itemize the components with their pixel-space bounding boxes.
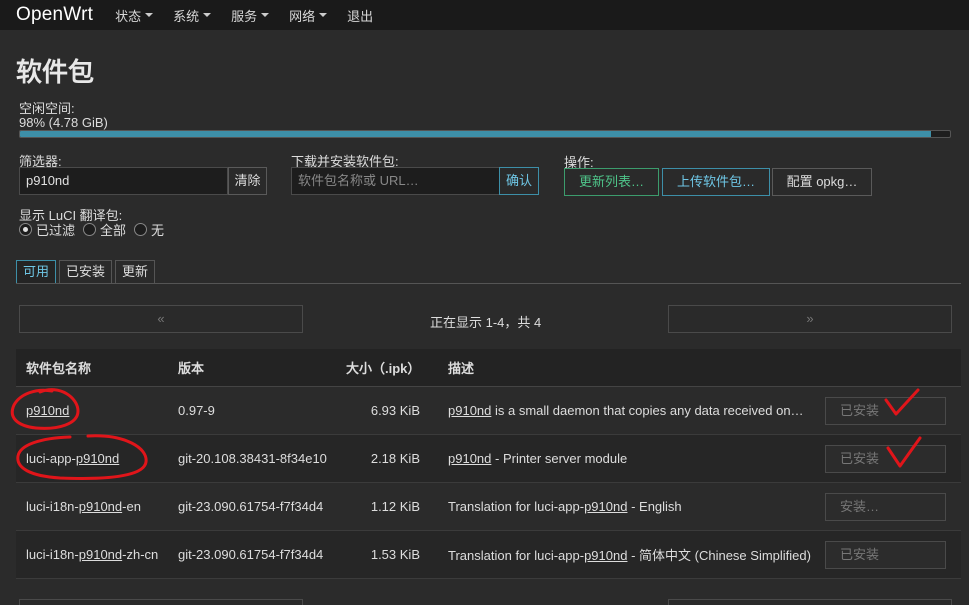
desc-suffix: - 简体中文 (Chinese Simplified) [627,548,811,563]
nav-status[interactable]: 状态 [115,6,154,25]
package-size: 1.12 KiB [370,499,420,514]
tab-updates[interactable]: 更新 [115,260,156,284]
radio-filtered-label: 已过滤 [36,223,76,238]
package-description: p910nd is a small daemon that copies any… [448,403,823,418]
free-space-value: 98% (4.78 GiB) [19,115,108,130]
nav-network-label: 网络 [289,8,316,24]
radio-none[interactable]: 无 [134,220,164,239]
package-size: 6.93 KiB [370,403,420,418]
table-row: luci-i18n-p910nd-en git-23.090.61754-f7f… [16,483,961,531]
name-prefix: luci-app- [26,451,76,466]
clear-filter-button[interactable]: 清除 [228,167,267,195]
top-navbar: OpenWrt 状态 系统 服务 网络 退出 [0,0,969,30]
name-match: p910nd [78,547,123,562]
nav-system[interactable]: 系统 [173,6,212,25]
name-match: p910nd [78,499,123,514]
package-version: git-20.108.38431-8f34e10 [178,451,327,466]
package-description: Translation for luci-app-p910nd - 简体中文 (… [448,545,823,564]
package-action: 已安装 [823,444,961,473]
free-space-progress-bar [19,130,951,138]
desc-match: p910nd [584,499,628,514]
header-size: 大小（.ipk） [346,361,421,376]
desc-prefix: Translation for luci-app- [448,499,585,514]
name-prefix: luci-i18n- [26,499,79,514]
desc-suffix: - English [627,499,682,514]
prev-page-button-bottom[interactable] [19,599,303,605]
package-description: p910nd - Printer server module [448,451,823,466]
package-version: git-23.090.61754-f7f34d4 [178,547,324,562]
desc-match: p910nd [448,403,492,418]
radio-filtered[interactable]: 已过滤 [19,220,75,239]
name-match: p910nd [75,451,120,466]
name-suffix: -zh-cn [122,547,159,562]
radio-unchecked-icon[interactable] [83,223,97,236]
nav-network[interactable]: 网络 [289,6,328,25]
package-version: git-23.090.61754-f7f34d4 [178,499,324,514]
package-version: 0.97-9 [178,403,215,418]
tab-divider [16,283,961,284]
desc-match: p910nd [584,548,628,563]
chevron-down-icon [319,13,328,17]
radio-checked-icon[interactable] [19,223,32,236]
filter-input[interactable]: p910nd [19,167,228,195]
header-version: 版本 [178,361,205,376]
package-size: 1.53 KiB [370,547,420,562]
name-prefix: luci-i18n- [26,547,79,562]
nav-logout[interactable]: 退出 [347,6,373,25]
radio-all[interactable]: 全部 [83,220,126,239]
chevron-down-icon [203,13,212,17]
install-button[interactable]: 安装… [825,492,946,521]
upload-package-button[interactable]: 上传软件包… [662,168,770,196]
package-action: 已安装 [823,540,961,569]
table-row: luci-i18n-p910nd-zh-cn git-23.090.61754-… [16,531,961,579]
configure-opkg-button[interactable]: 配置 opkg… [772,168,872,196]
table-row: luci-app-p910nd git-20.108.38431-8f34e10… [16,435,961,483]
package-name: p910nd [16,403,178,418]
pager-status: 正在显示 1-4，共 4 [430,315,542,330]
package-action: 安装… [823,492,961,521]
table-row: p910nd 0.97-9 6.93 KiB p910nd is a small… [16,387,961,435]
chevron-down-icon [261,13,270,17]
radio-unchecked-icon[interactable] [134,223,148,236]
desc-suffix: is a small daemon that copies any data r… [491,403,804,418]
nav-services-label: 服务 [231,8,258,24]
radio-all-label: 全部 [100,223,127,238]
package-description: Translation for luci-app-p910nd - Englis… [448,499,823,514]
nav-services[interactable]: 服务 [231,6,270,25]
header-package-name: 软件包名称 [26,361,92,376]
desc-suffix: - Printer server module [491,451,628,466]
translations-radio-group: 已过滤 全部 无 [19,220,172,239]
installed-button[interactable]: 已安装 [825,444,946,473]
next-page-button[interactable]: » [668,305,952,333]
radio-none-label: 无 [151,223,165,238]
header-description: 描述 [448,361,475,376]
package-name: luci-i18n-p910nd-en [16,499,178,514]
brand-logo[interactable]: OpenWrt [16,4,93,26]
package-tabs: 可用 已安装 更新 [16,260,158,284]
confirm-install-button[interactable]: 确认 [499,167,539,195]
desc-prefix: Translation for luci-app- [448,548,585,563]
installed-button[interactable]: 已安装 [825,540,946,569]
package-size: 2.18 KiB [370,451,420,466]
page-title: 软件包 [16,57,95,87]
tab-available[interactable]: 可用 [16,260,57,284]
package-name: luci-i18n-p910nd-zh-cn [16,547,178,562]
package-name: luci-app-p910nd [16,451,178,466]
package-url-input[interactable]: 软件包名称或 URL… [291,167,500,195]
packages-table: 软件包名称 版本 大小（.ipk） 描述 p910nd 0.97-9 6.93 … [16,349,961,579]
prev-page-button[interactable]: « [19,305,303,333]
package-action: 已安装 [823,396,961,425]
progress-fill [20,131,932,137]
name-match: p910nd [26,403,70,418]
nav-status-label: 状态 [115,8,142,24]
desc-match: p910nd [448,451,492,466]
next-page-button-bottom[interactable] [668,599,952,605]
chevron-down-icon [145,13,154,17]
table-header: 软件包名称 版本 大小（.ipk） 描述 [16,349,961,387]
tab-installed[interactable]: 已安装 [59,260,113,284]
installed-button[interactable]: 已安装 [825,396,946,425]
nav-system-label: 系统 [173,8,200,24]
name-suffix: -en [122,499,141,514]
update-lists-button[interactable]: 更新列表… [564,168,659,196]
